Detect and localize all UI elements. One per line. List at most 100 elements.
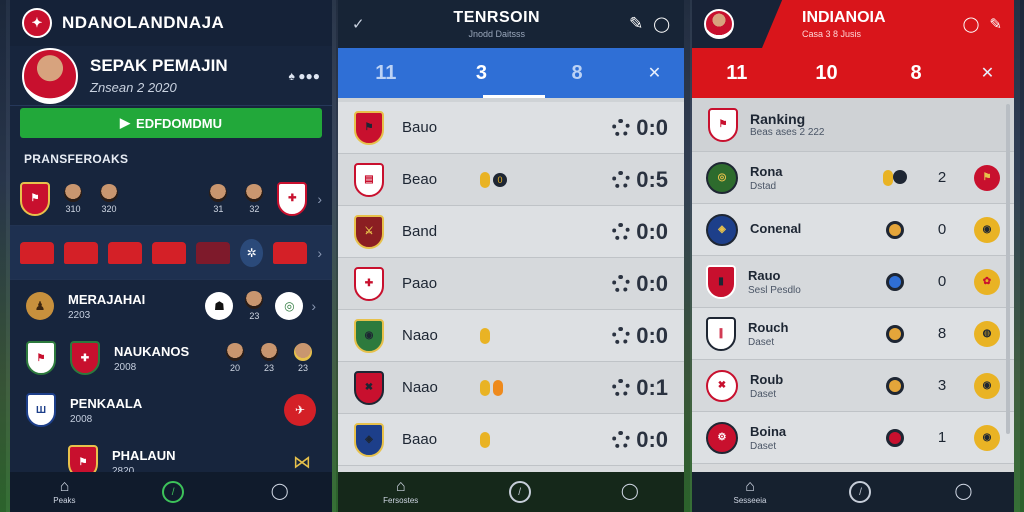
close-icon[interactable]: ✕ [648, 63, 661, 83]
team-name: Naao [402, 379, 438, 396]
tab-indicator [483, 95, 545, 98]
tab-active[interactable]: 10 [801, 62, 851, 85]
edit-icon[interactable]: ✎ [629, 14, 643, 34]
chevron-right-icon[interactable]: › [317, 191, 322, 207]
match-row[interactable]: ✚ Paao 0:0 [338, 258, 684, 310]
club-emblem-icon: ✖ [706, 369, 738, 402]
nav-play[interactable]: / [849, 481, 872, 503]
match-row[interactable]: ◉ Naao 0:0 [338, 310, 684, 362]
form-indicator [480, 431, 520, 448]
match-row[interactable]: ✖ Naao 0:1 [338, 362, 684, 414]
play-circle-icon: / [508, 481, 531, 503]
ranking-name: Boina [750, 423, 787, 439]
tab-bar: 11 10 8 ✕ [692, 48, 1014, 98]
form-indicator [480, 379, 520, 396]
tab-third[interactable]: 8 [891, 62, 941, 85]
edit-icon[interactable]: ✎ [989, 15, 1014, 33]
avatar[interactable] [704, 9, 734, 39]
nav-play[interactable]: / [508, 481, 531, 503]
player-thumb: 32 [241, 183, 267, 214]
user-icon: ◯ [954, 483, 973, 500]
ranking-list: ◎ Rona Dstad 2 ⚑ ◈ Conenal 0 ◉ ▮ Rauo Sesl… [692, 152, 1014, 464]
chevron-right-icon[interactable]: › [311, 298, 316, 314]
kit-shirt-icon [20, 241, 54, 264]
ranking-row[interactable]: ◎ Rona Dstad 2 ⚑ [692, 152, 1014, 204]
tab-first[interactable]: 11 [361, 62, 411, 85]
user-icon[interactable]: ◯ [963, 15, 980, 33]
user-icon[interactable]: ◯ [653, 15, 670, 33]
chevron-right-icon[interactable]: › [317, 245, 322, 261]
club-emblem-icon: ◈ [706, 213, 738, 246]
club-shield-icon: ✖ [354, 370, 384, 405]
nav-profile[interactable]: ◯ [271, 484, 289, 500]
list-item-name: NAUKANOS [114, 343, 190, 359]
ranking-row[interactable]: ∥ Rouch Daset 8 ◍ [692, 308, 1014, 360]
list-item[interactable]: ♟ MERAJAHAI 2203 ☗ 23 ◎ › [10, 280, 332, 332]
match-score: 0:1 [612, 375, 668, 401]
kit-shirt-icon [196, 241, 230, 264]
nav-profile[interactable]: ◯ [955, 484, 973, 500]
match-row[interactable]: ▤ Beao 0 0:5 [338, 154, 684, 206]
bottom-nav: ⌂ Peaks / ◯ [10, 472, 332, 512]
ranking-name: Rouch [748, 319, 789, 335]
close-icon[interactable]: ✕ [981, 63, 994, 83]
nav-home-label: Sesseeia [733, 496, 767, 505]
primary-action-button[interactable]: ▶ EDFDOMDMU [20, 108, 322, 138]
nav-home[interactable]: ⌂ Peaks [53, 479, 76, 506]
club-badge-icon[interactable]: ✈ [284, 394, 316, 426]
club-shield-icon: ⚔ [354, 214, 384, 249]
list-item-sub: 2008 [70, 413, 93, 425]
kit-row[interactable]: ✲ › [10, 226, 332, 280]
tab-active[interactable]: 3 [456, 62, 506, 85]
ranking-sub: Sesl Pesdlo [748, 284, 801, 296]
ranking-row[interactable]: ◈ Conenal 0 ◉ [692, 204, 1014, 256]
gear-icon [612, 222, 631, 241]
match-score: 0:5 [612, 167, 668, 193]
ranking-value: 0 [937, 273, 947, 290]
gear-icon [612, 326, 631, 345]
settings-icon[interactable]: ✲ [240, 238, 264, 267]
ranking-value: 1 [937, 429, 947, 446]
nav-home[interactable]: ⌂ Fersostes [383, 479, 419, 506]
ranking-value: 3 [937, 377, 947, 394]
list-item[interactable]: ⚑ ✚ NAUKANOS 2008 20 23 23 [10, 332, 332, 384]
profile-card[interactable]: SEPAK PEMAJIN Znsean 2 2020 ♠ ●●● [10, 46, 332, 106]
club-badge-icon: ⚑ [974, 164, 1000, 191]
avatar [22, 47, 78, 104]
nav-home-label: Peaks [53, 496, 76, 505]
ranking-sub: Daset [750, 388, 777, 400]
transfer-row[interactable]: ⚑ 310 320 31 32 ✚ › [10, 172, 332, 226]
nav-home-label: Fersostes [383, 496, 419, 505]
nav-play[interactable]: / [162, 481, 185, 503]
check-icon[interactable]: ✓ [352, 15, 365, 33]
ranking-row[interactable]: ✖ Roub Daset 3 ◉ [692, 360, 1014, 412]
match-row[interactable]: ⚔ Band 0:0 [338, 206, 684, 258]
form-indicator [480, 327, 520, 344]
section-label: PRANSFEROAKS [24, 152, 129, 166]
header-subtitle: Casa 3 8 Jusis [802, 29, 862, 39]
list-item-name: PENKAALA [70, 395, 143, 411]
ranking-row[interactable]: ▮ Rauo Sesl Pesdlo 0 ✿ [692, 256, 1014, 308]
ranking-name: Rona [750, 163, 783, 179]
match-row[interactable]: ⚑ Bauo 0:0 [338, 102, 684, 154]
tab-first[interactable]: 11 [712, 62, 762, 85]
match-row[interactable]: ◈ Baao 0:0 [338, 414, 684, 466]
club-crest-icon[interactable]: ✦ [22, 8, 52, 38]
team-name: Paao [402, 275, 438, 292]
form-indicator [880, 272, 910, 291]
ranking-value: 8 [937, 325, 947, 342]
nav-home[interactable]: ⌂ Sesseeia [733, 479, 767, 506]
header-red-tab: INDIANOIA Casa 3 8 Jusis ◯ ✎ [762, 0, 1014, 48]
scrollbar[interactable] [1006, 104, 1010, 434]
list-item[interactable]: Ш PENKAALA 2008 ✈ [10, 384, 332, 436]
club-shield-icon: Ш [26, 393, 56, 427]
club-shield-icon: ⚑ [354, 110, 384, 145]
nav-profile[interactable]: ◯ [621, 484, 639, 500]
gear-icon [612, 430, 631, 449]
team-name: Naao [402, 327, 438, 344]
club-badge-icon: ◉ [974, 216, 1000, 243]
tab-third[interactable]: 8 [552, 62, 602, 85]
club-shield-icon: ⚑ [708, 107, 738, 142]
kit-shirt-icon [273, 241, 308, 264]
ranking-row[interactable]: ⚙ Boina Daset 1 ◉ [692, 412, 1014, 464]
